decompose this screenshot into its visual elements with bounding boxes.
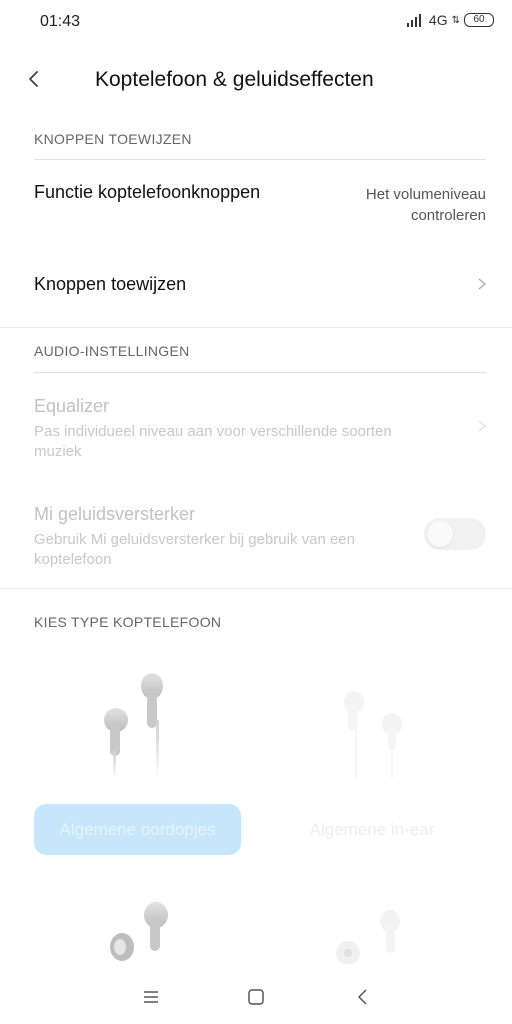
headphone-type-3-illustration-icon[interactable] (100, 895, 190, 965)
option-earbuds-label: Algemene oordopjes (59, 819, 216, 839)
button-function-value: Het volumeniveau controleren (365, 186, 486, 224)
back-icon[interactable] (352, 986, 374, 1008)
battery-level: 60 (473, 14, 485, 25)
sound-amplifier-toggle[interactable] (424, 518, 486, 550)
section-heading-type: KIES TYPE KOPTELEFOON (34, 614, 222, 630)
equalizer-description: Pas individueel niveau aan voor verschil… (34, 423, 392, 460)
sound-amplifier-label: Mi geluidsversterker (34, 504, 196, 524)
divider (34, 372, 486, 373)
data-arrows-icon: ⇅ (451, 14, 460, 26)
toggle-knob (427, 521, 453, 547)
button-function-label: Functie koptelefoonknoppen (34, 182, 261, 202)
page-title: Koptelefoon & geluidseffecten (95, 68, 374, 91)
chevron-right-icon (478, 278, 487, 290)
assign-buttons-label: Knoppen toewijzen (34, 274, 187, 294)
network-type: 4G (428, 12, 448, 28)
in-ear-illustration-icon[interactable] (318, 680, 418, 790)
section-heading-buttons: KNOPPEN TOEWIJZEN (34, 131, 192, 147)
option-earbuds-button[interactable]: Algemene oordopjes (34, 804, 241, 855)
menu-icon[interactable] (140, 986, 162, 1008)
status-time: 01:43 (40, 13, 81, 30)
home-icon[interactable] (245, 986, 267, 1008)
back-arrow-icon[interactable] (20, 64, 50, 94)
button-function-row[interactable]: Functie koptelefoonknoppen Het volumeniv… (0, 178, 512, 240)
sound-amplifier-description: Gebruik Mi geluidsversterker bij gebruik… (34, 531, 355, 568)
status-bar: 01:43 4G ⇅ 60 (0, 0, 512, 44)
equalizer-label: Equalizer (34, 396, 110, 416)
earbuds-illustration-icon[interactable] (90, 660, 190, 780)
system-nav-bar (0, 964, 512, 1024)
assign-buttons-row[interactable]: Knoppen toewijzen (0, 266, 512, 306)
headphone-type-4-illustration-icon[interactable] (330, 905, 420, 965)
signal-icon (406, 13, 425, 27)
sound-amplifier-row: Mi geluidsversterker Gebruik Mi geluidsv… (0, 500, 512, 572)
equalizer-row[interactable]: Equalizer Pas individueel niveau aan voo… (0, 392, 512, 464)
chevron-right-icon (478, 420, 487, 432)
divider (34, 159, 486, 160)
status-indicators: 4G ⇅ 60 (406, 12, 494, 28)
section-separator (0, 327, 512, 328)
app-header: Koptelefoon & geluidseffecten (0, 52, 512, 108)
option-in-ear-label[interactable]: Algemene in-ear (272, 820, 472, 840)
battery-icon: 60 (464, 13, 494, 27)
section-separator (0, 588, 512, 589)
section-heading-audio: AUDIO-INSTELLINGEN (34, 343, 190, 359)
